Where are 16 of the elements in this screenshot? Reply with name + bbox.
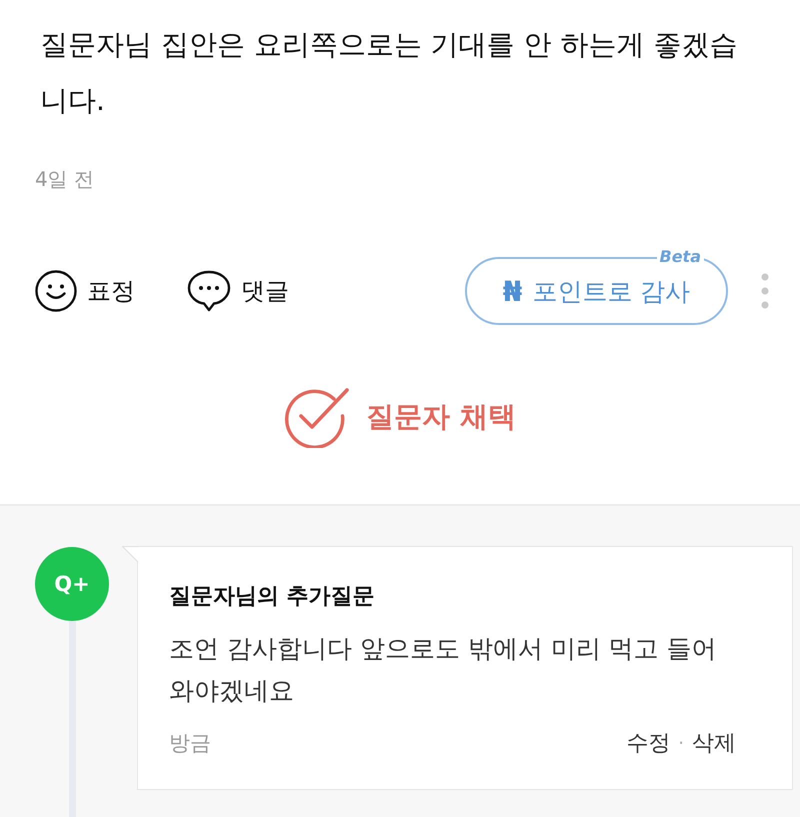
speech-bubble-icon: [187, 270, 231, 312]
answer-time: 4일 전: [35, 166, 94, 193]
smiley-icon: [35, 270, 77, 312]
question-text: 조언 감사합니다 앞으로도 밖에서 미리 먹고 들어와야겠네요: [169, 633, 718, 707]
more-options-icon[interactable]: [760, 273, 770, 309]
separator-dot: ·: [678, 732, 684, 754]
comment-button[interactable]: 댓글: [187, 270, 289, 312]
answer-text: 질문자님 집안은 요리쪽으로는 기대를 안 하는게 좋겠습니다.: [40, 27, 738, 119]
action-link[interactable]: 수정: [626, 728, 670, 758]
question-time: 방금: [169, 730, 211, 757]
action-link[interactable]: 삭제: [692, 728, 736, 758]
emotion-button[interactable]: 표정: [35, 270, 135, 312]
point-icon: ₦: [502, 274, 522, 308]
check-circle-icon: [284, 386, 350, 448]
additional-question-badge: Q+: [35, 547, 109, 621]
question-title: 질문자님의 추가질문: [169, 583, 376, 611]
